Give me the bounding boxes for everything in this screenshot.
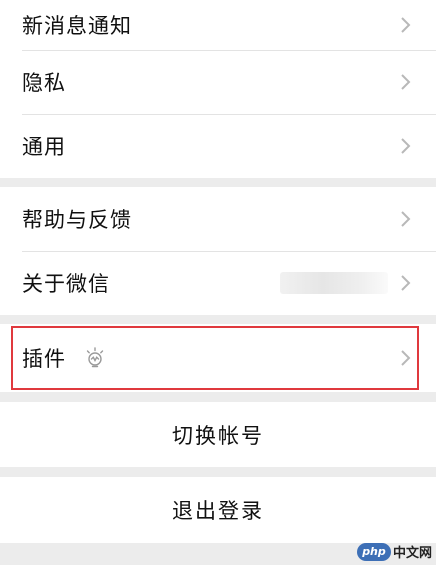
logout-button[interactable]: 退出登录	[0, 477, 436, 543]
site-watermark: php 中文网	[356, 542, 432, 561]
logout-label: 退出登录	[172, 499, 264, 523]
settings-group-general: 新消息通知 隐私 通用	[0, 0, 436, 178]
section-divider	[0, 315, 436, 324]
chevron-right-icon	[401, 74, 411, 90]
section-divider	[0, 392, 436, 402]
settings-item-label: 通用	[22, 135, 66, 159]
watermark-badge: php	[356, 542, 391, 561]
chevron-right-icon	[401, 350, 411, 366]
lightbulb-icon	[86, 347, 104, 368]
watermark-text: 中文网	[392, 546, 432, 561]
switch-account-label: 切换帐号	[172, 423, 264, 448]
chevron-right-icon	[401, 211, 411, 227]
settings-item-label: 关于微信	[22, 272, 110, 296]
chevron-right-icon	[401, 17, 411, 33]
settings-item-privacy[interactable]: 隐私	[0, 50, 436, 114]
chevron-right-icon	[401, 275, 411, 291]
section-divider	[0, 178, 436, 187]
switch-account-group: 切换帐号	[0, 402, 436, 467]
settings-item-label: 插件	[22, 347, 66, 371]
logout-group: 退出登录	[0, 477, 436, 543]
settings-item-plugins[interactable]: 插件	[0, 324, 436, 392]
switch-account-button[interactable]: 切换帐号	[0, 402, 436, 467]
settings-item-help-feedback[interactable]: 帮助与反馈	[0, 187, 436, 251]
highlight-box	[11, 326, 419, 390]
chevron-right-icon	[401, 138, 411, 154]
settings-group-about: 帮助与反馈 关于微信	[0, 187, 436, 315]
settings-item-label: 隐私	[22, 71, 66, 95]
settings-item-general[interactable]: 通用	[0, 114, 436, 178]
settings-item-new-message-notification[interactable]: 新消息通知	[0, 0, 436, 50]
settings-item-about-wechat[interactable]: 关于微信	[0, 251, 436, 315]
section-divider	[0, 467, 436, 477]
settings-item-label: 帮助与反馈	[22, 208, 132, 232]
settings-group-plugins: 插件	[0, 324, 436, 392]
blurred-version-text	[280, 272, 388, 294]
settings-item-label: 新消息通知	[22, 14, 132, 38]
